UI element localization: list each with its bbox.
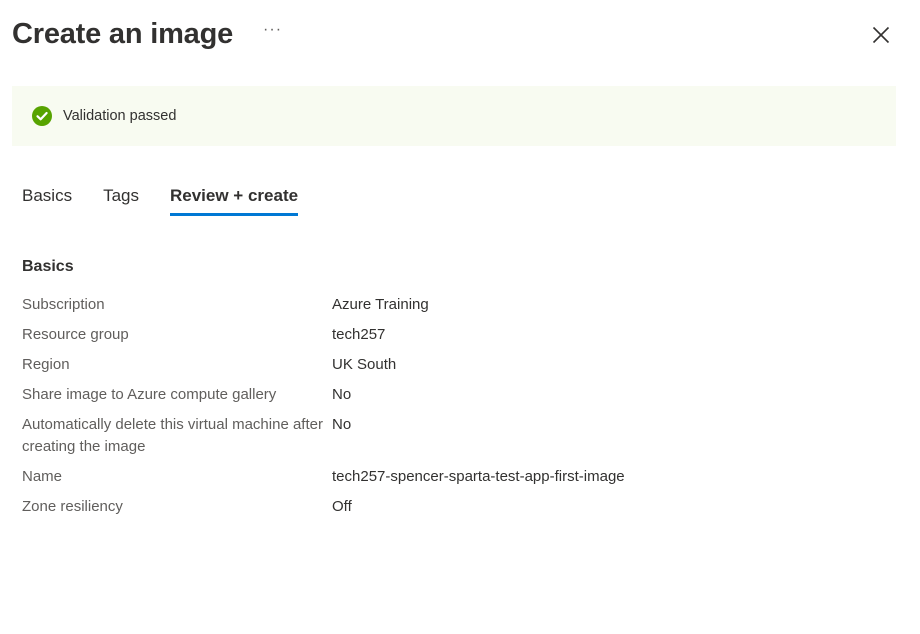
detail-value: No [332,416,352,433]
check-circle-icon [32,106,52,126]
validation-banner: Validation passed [12,86,896,146]
detail-row-auto-delete: Automatically delete this virtual machin… [22,414,822,466]
detail-value: UK South [332,356,397,373]
detail-label: Region [22,356,70,373]
validation-message: Validation passed [63,108,177,124]
detail-row-resource-group: Resource group tech257 [22,324,822,354]
detail-value: tech257 [332,326,386,343]
breadcrumb-strip [0,0,920,6]
detail-value: tech257-spencer-sparta-test-app-first-im… [332,468,625,485]
detail-row-subscription: Subscription Azure Training [22,294,822,324]
tab-bar: Basics Tags Review + create [22,184,329,218]
more-options-button[interactable]: ··· [263,22,282,46]
detail-value: Azure Training [332,296,429,313]
detail-row-zone-resiliency: Zone resiliency Off [22,496,822,526]
section-title-basics: Basics [22,258,74,275]
page-header: Create an image ··· [12,14,282,54]
close-button[interactable] [868,22,894,48]
detail-label: Resource group [22,326,129,343]
detail-label: Share image to Azure compute gallery [22,386,277,403]
close-icon [872,26,890,44]
page-title: Create an image [12,17,234,50]
detail-label: Name [22,468,63,485]
detail-row-name: Name tech257-spencer-sparta-test-app-fir… [22,466,822,496]
detail-row-share-gallery: Share image to Azure compute gallery No [22,384,822,414]
tab-review-create[interactable]: Review + create [170,184,299,216]
detail-value: No [332,386,352,403]
basics-details: Subscription Azure Training Resource gro… [22,294,822,526]
detail-row-region: Region UK South [22,354,822,384]
tab-tags[interactable]: Tags [103,184,139,216]
detail-value: Off [332,498,352,515]
detail-label: Automatically delete this virtual machin… [22,416,323,455]
detail-label: Zone resiliency [22,498,123,515]
tab-basics[interactable]: Basics [22,184,72,216]
detail-label: Subscription [22,296,105,313]
